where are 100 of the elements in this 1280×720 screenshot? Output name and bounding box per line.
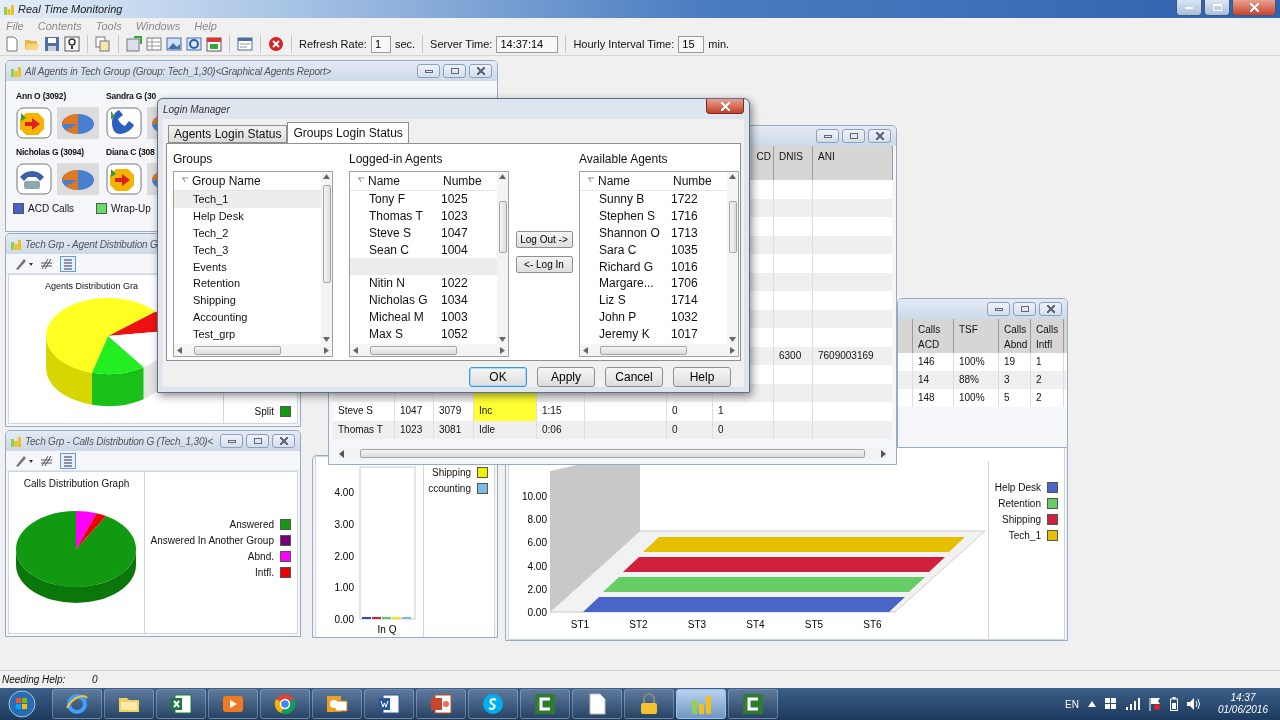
scroll-down-icon[interactable] [499,337,506,342]
scroll-thumb[interactable] [359,449,866,458]
list-item[interactable]: 1003 [441,309,468,324]
list-icon[interactable] [60,255,76,272]
scrollbar[interactable] [321,172,332,344]
list-item[interactable]: 1052 [441,326,468,341]
list-item[interactable]: Nitin N [369,276,441,291]
column-header[interactable]: Name [598,174,673,188]
window-icon[interactable] [237,36,253,52]
calendar-icon[interactable] [206,36,222,52]
scroll-left-icon[interactable] [353,346,358,354]
maximize-button[interactable] [246,434,269,448]
close-button[interactable] [1232,0,1276,16]
close-button[interactable] [706,99,744,114]
minimize-button[interactable] [220,434,243,448]
volume-icon[interactable] [1186,698,1201,710]
list-item[interactable]: 1025 [441,192,468,207]
log-in-button[interactable]: <- Log In [515,256,573,273]
stop-icon[interactable] [268,36,284,52]
list-item[interactable]: Stephen S [599,209,671,224]
list-item[interactable]: Tech_2 [174,224,321,242]
new-file-icon[interactable] [4,36,20,52]
list-item[interactable]: Max S [369,326,441,341]
list-item[interactable]: Sara C [599,242,671,257]
scroll-up-icon[interactable] [323,174,330,179]
list-item[interactable]: Help Desk [174,207,321,225]
save-icon[interactable] [44,36,60,52]
list-item[interactable]: Micheal M [369,309,441,324]
format-icon[interactable] [40,453,54,468]
list-item[interactable]: Retention [174,275,321,292]
dialog-button[interactable]: OK [469,367,527,387]
scrollbar[interactable] [174,344,332,356]
interval-field[interactable]: 15 [678,35,705,53]
dialog-button[interactable]: Help [673,367,731,387]
caret-icon[interactable] [1087,701,1096,707]
list-item[interactable]: Tech_1 [174,191,321,208]
signal-icon[interactable] [1125,698,1140,710]
list-item[interactable]: Richard G [599,259,671,274]
format-icon[interactable] [40,256,54,271]
scrollbar[interactable] [339,448,886,459]
list-item[interactable]: 1706 [671,276,698,291]
dialog-button[interactable]: Cancel [605,367,663,387]
scroll-thumb[interactable] [322,185,331,283]
close-button[interactable] [469,64,492,78]
maximize-button[interactable] [1013,302,1036,316]
list-item[interactable]: 1017 [671,326,698,341]
scroll-left-icon[interactable] [583,346,588,354]
list-item[interactable]: Accounting [174,308,321,326]
list-item[interactable]: 1035 [671,242,698,257]
list-item[interactable]: Margare... [599,276,671,291]
dialog-button[interactable]: Apply [537,367,595,387]
maximize-button[interactable] [443,64,466,78]
scrollbar[interactable] [497,172,508,344]
list-item[interactable]: Tony F [369,192,441,207]
language-indicator[interactable]: EN [1065,698,1079,710]
minimize-button[interactable] [1176,0,1202,16]
help-icon[interactable] [64,36,80,52]
battery-icon[interactable] [1169,697,1178,711]
scroll-left-icon[interactable] [177,346,182,354]
list-item[interactable]: Sunny B [599,192,671,207]
column-header[interactable]: Numbe [673,174,712,188]
list-item[interactable]: 1022 [441,276,468,291]
list-item[interactable]: John P [599,309,671,324]
scrollbar[interactable] [727,172,738,344]
scroll-down-icon[interactable] [323,337,330,342]
list-item[interactable]: Thomas T [369,209,441,224]
scroll-thumb[interactable] [498,201,507,253]
clock[interactable]: 14:37 01/06/2016 [1209,692,1276,716]
list-item[interactable]: Test_grp [174,325,321,343]
list-item[interactable]: 1714 [671,293,698,308]
export-icon[interactable] [126,36,142,52]
tab[interactable]: Groups Login Status [287,122,409,143]
server-time-field[interactable]: 14:37:14 [496,35,559,53]
list-item[interactable]: Shipping [174,291,321,309]
list-item[interactable]: 1713 [671,226,698,240]
list-item[interactable]: Nicholas G [369,293,441,308]
refresh-icon[interactable] [186,36,202,52]
list-item[interactable]: 1016 [671,259,698,274]
minimize-button[interactable] [417,64,440,78]
list-item[interactable]: Steve S [369,226,441,240]
close-button[interactable] [1039,302,1062,316]
list-item[interactable]: 1716 [671,209,698,224]
scroll-thumb[interactable] [600,345,687,355]
list-item[interactable]: Jeremy K [599,326,671,341]
scroll-right-icon[interactable] [500,346,505,354]
pen-icon[interactable] [14,453,34,468]
scroll-right-icon[interactable] [730,346,735,354]
scroll-thumb[interactable] [728,201,737,253]
flag-icon[interactable] [1148,697,1161,711]
close-button[interactable] [272,434,295,448]
log-out-button[interactable]: Log Out -> [515,231,573,248]
minimize-button[interactable] [987,302,1010,316]
list-item[interactable]: 1722 [671,192,698,207]
maximize-button[interactable] [842,129,865,143]
maximize-button[interactable] [1204,0,1230,16]
list-item[interactable]: Shannon O [599,226,671,240]
image-icon[interactable] [166,36,182,52]
list-item[interactable]: 1004 [441,242,468,257]
list-item[interactable]: Sean C [369,242,441,257]
list-item[interactable]: 1023 [441,209,468,224]
